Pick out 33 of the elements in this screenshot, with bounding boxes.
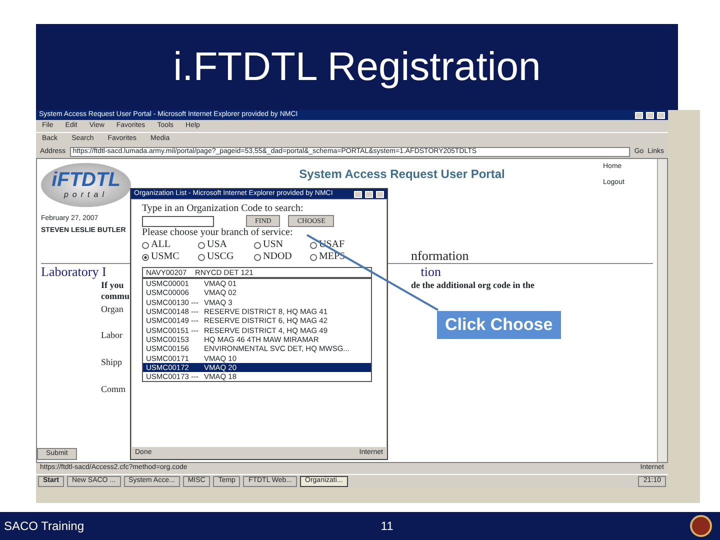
logo-drawing: iFTDTL portal xyxy=(41,163,131,207)
maximize-icon[interactable] xyxy=(646,112,654,118)
form-label: Labor xyxy=(101,330,122,342)
radio-option[interactable]: USMC xyxy=(142,251,198,263)
subsection-title: Laboratory I xyxy=(41,264,106,280)
section-title: nformation xyxy=(411,248,469,264)
radio-option[interactable]: NDOD xyxy=(254,251,310,263)
note-text: commu xyxy=(101,290,130,302)
callout-label: Click Choose xyxy=(437,311,561,340)
search-prompt: Type in an Organization Code to search: xyxy=(142,203,304,215)
subsection-title: tion xyxy=(420,264,441,280)
form-label: Comm xyxy=(101,384,126,395)
minimize-icon[interactable] xyxy=(354,190,362,198)
branch-prompt: Please choose your branch of service: xyxy=(142,227,294,239)
footer-text: SACO Training xyxy=(4,518,84,535)
minimize-icon[interactable] xyxy=(635,112,643,118)
maximize-icon[interactable] xyxy=(365,190,373,198)
radio-option[interactable]: USA xyxy=(198,239,254,251)
search-field[interactable] xyxy=(142,216,214,226)
portal-heading: System Access Request User Portal xyxy=(299,167,505,181)
slide-title: i.FTDTL Registration xyxy=(36,24,678,110)
radio-option[interactable]: USN xyxy=(254,239,310,251)
radio-option[interactable]: USCG xyxy=(198,251,254,263)
close-icon[interactable] xyxy=(657,112,665,118)
scrollbar[interactable] xyxy=(657,159,667,462)
close-icon[interactable] xyxy=(376,190,384,198)
form-label: Shipp xyxy=(101,357,122,368)
form-label: Organ xyxy=(101,304,124,314)
radio-option[interactable]: ALL xyxy=(142,239,198,251)
emblem-icon xyxy=(690,515,712,537)
note-text: If you xyxy=(101,280,124,291)
note-text: de the additional org code in the xyxy=(411,280,535,292)
page-number: 11 xyxy=(380,518,394,535)
